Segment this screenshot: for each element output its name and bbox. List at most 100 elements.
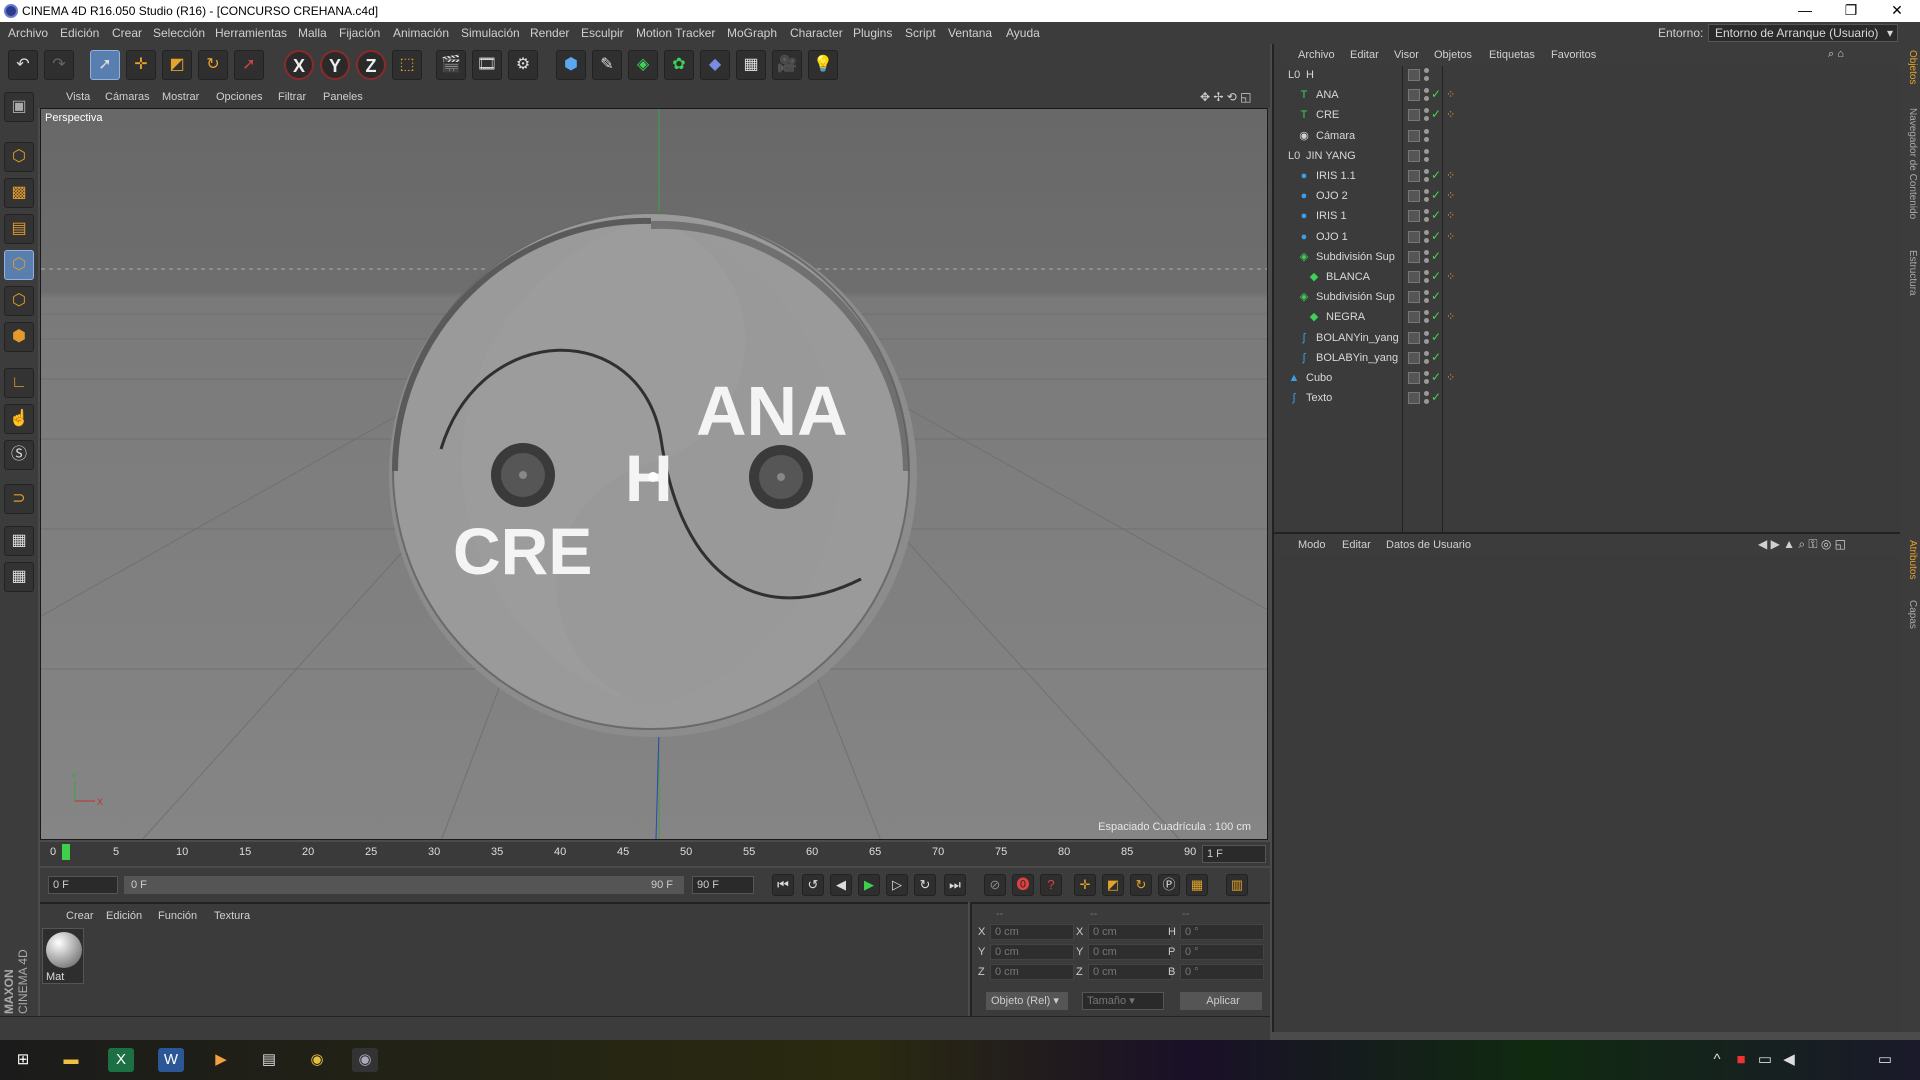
layer-toggle-icon[interactable]: [1408, 170, 1420, 182]
next-key-button[interactable]: ↻: [914, 874, 936, 896]
viewport-menu-paneles[interactable]: Paneles: [323, 91, 363, 103]
coordinate-system-button[interactable]: ⬚: [392, 50, 422, 80]
render-visibility-dot[interactable]: [1424, 399, 1429, 405]
menu-script[interactable]: Script: [905, 26, 936, 40]
menu-fijacion[interactable]: Fijación: [339, 26, 380, 40]
network-icon[interactable]: ▭: [1752, 1048, 1778, 1072]
coord-value-field[interactable]: 0 cm: [990, 924, 1074, 940]
environment-select[interactable]: Entorno de Arranque (Usuario) ▾: [1708, 24, 1898, 42]
objects-menu-visor[interactable]: Visor: [1394, 49, 1419, 61]
calculator-icon[interactable]: ▤: [256, 1048, 282, 1072]
viewport-menu-filtrar[interactable]: Filtrar: [278, 91, 306, 103]
apply-button[interactable]: Aplicar: [1180, 992, 1262, 1010]
object-row[interactable]: ◆ BLANCA ✓ ⁘: [1274, 268, 1894, 288]
viewport-menu-camaras[interactable]: Cámaras: [105, 91, 150, 103]
editor-visibility-dot[interactable]: [1424, 68, 1429, 73]
move-tool-button[interactable]: ✛: [126, 50, 156, 80]
tray-app-icon[interactable]: ■: [1728, 1048, 1754, 1072]
key-rotation-button[interactable]: ↻: [1130, 874, 1152, 896]
enabled-check-icon[interactable]: ✓: [1431, 188, 1441, 202]
timeline-playhead[interactable]: [62, 844, 70, 860]
enabled-check-icon[interactable]: ✓: [1431, 249, 1441, 263]
objects-menu-archivo[interactable]: Archivo: [1298, 49, 1335, 61]
menu-ventana[interactable]: Ventana: [948, 26, 992, 40]
coord-value-field[interactable]: 0 cm: [1088, 924, 1172, 940]
editor-visibility-dot[interactable]: [1424, 350, 1429, 356]
editor-visibility-dot[interactable]: [1424, 148, 1429, 154]
next-frame-button[interactable]: ▷: [886, 874, 908, 896]
menu-crear[interactable]: Crear: [112, 26, 142, 40]
enabled-check-icon[interactable]: ✓: [1431, 168, 1441, 182]
phong-tag-icon[interactable]: ⁘: [1446, 169, 1455, 182]
tab-objetos[interactable]: Objetos: [1902, 50, 1918, 84]
rotate-tool-button[interactable]: ↻: [198, 50, 228, 80]
object-row[interactable]: ● IRIS 1.1 ✓ ⁘: [1274, 167, 1894, 187]
render-visibility-dot[interactable]: [1424, 298, 1429, 304]
camera-icon[interactable]: 🎥: [772, 50, 802, 80]
menu-render[interactable]: Render: [530, 26, 569, 40]
layer-toggle-icon[interactable]: [1408, 271, 1420, 283]
object-row[interactable]: ∫ BOLABYin_yang ✓: [1274, 349, 1894, 369]
object-row[interactable]: ∫ BOLANYin_yang ✓: [1274, 329, 1894, 349]
objects-menu-editar[interactable]: Editar: [1350, 49, 1379, 61]
enabled-check-icon[interactable]: ✓: [1431, 350, 1441, 364]
phong-tag-icon[interactable]: ⁘: [1446, 88, 1455, 101]
layer-toggle-icon[interactable]: [1408, 129, 1420, 142]
object-row[interactable]: ∫ Texto ✓: [1274, 389, 1894, 409]
menu-character[interactable]: Character: [790, 26, 843, 40]
undo-button[interactable]: ↶: [8, 50, 38, 80]
enabled-check-icon[interactable]: ✓: [1431, 309, 1441, 323]
enabled-check-icon[interactable]: ✓: [1431, 330, 1441, 344]
menu-ayuda[interactable]: Ayuda: [1006, 26, 1040, 40]
enabled-check-icon[interactable]: ✓: [1431, 390, 1441, 404]
points-mode-icon[interactable]: ⬡: [4, 250, 34, 280]
close-button[interactable]: ✕: [1874, 0, 1920, 22]
coord-value-field[interactable]: 0 cm: [1088, 944, 1172, 960]
objects-menu-favoritos[interactable]: Favoritos: [1551, 49, 1596, 61]
editor-visibility-dot[interactable]: [1424, 88, 1429, 94]
menu-simulacion[interactable]: Simulación: [461, 26, 520, 40]
layer-toggle-icon[interactable]: [1408, 230, 1420, 243]
viewport-menu-opciones[interactable]: Opciones: [216, 91, 262, 103]
viewport-nav-icons[interactable]: ✥ ✢ ⟲ ◱: [1200, 90, 1252, 104]
phong-tag-icon[interactable]: ⁘: [1446, 270, 1455, 283]
phong-tag-icon[interactable]: ⁘: [1446, 209, 1455, 222]
material-menu-funcion[interactable]: Función: [158, 910, 197, 922]
timeline-ruler[interactable]: 0 5 10 15 20 25 30 35 40 45 50 55 60 65 70 75 80 85 90 1 F: [40, 842, 1270, 866]
menu-mograph[interactable]: MoGraph: [727, 26, 777, 40]
subdivision-surface-icon[interactable]: ◈: [628, 50, 658, 80]
render-visibility-dot[interactable]: [1424, 177, 1429, 182]
object-row[interactable]: L0 JIN YANG: [1274, 147, 1894, 167]
editor-visibility-dot[interactable]: [1424, 330, 1429, 336]
frame-range-slider[interactable]: 0 F 90 F: [124, 876, 684, 894]
snap-icon[interactable]: Ⓢ: [4, 440, 34, 470]
grid-snap-icon[interactable]: ▦: [4, 562, 34, 592]
select-tool-button[interactable]: ➚: [90, 50, 120, 80]
material-swatch[interactable]: Mat: [42, 928, 84, 984]
render-visibility-dot[interactable]: [1424, 197, 1429, 203]
enabled-check-icon[interactable]: ✓: [1431, 208, 1441, 222]
spline-pen-icon[interactable]: ✎: [592, 50, 622, 80]
file-explorer-icon[interactable]: ▬: [58, 1048, 84, 1072]
attributes-nav-icons[interactable]: ◀ ▶ ▲ ⌕ ⚿ ◎ ◱: [1758, 537, 1846, 552]
menu-archivo[interactable]: Archivo: [8, 26, 48, 40]
attributes-menu-modo[interactable]: Modo: [1298, 539, 1326, 551]
viewport-menu-mostrar[interactable]: Mostrar: [162, 91, 199, 103]
layer-toggle-icon[interactable]: [1408, 69, 1420, 81]
material-menu-textura[interactable]: Textura: [214, 910, 250, 922]
layer-toggle-icon[interactable]: [1408, 331, 1420, 344]
render-visibility-dot[interactable]: [1424, 76, 1429, 81]
phong-tag-icon[interactable]: ⁘: [1446, 230, 1455, 243]
notifications-icon[interactable]: ▭: [1872, 1048, 1898, 1072]
layer-toggle-icon[interactable]: [1408, 311, 1420, 324]
floor-icon[interactable]: ▦: [736, 50, 766, 80]
deformer-icon[interactable]: ◆: [700, 50, 730, 80]
edges-mode-icon[interactable]: ⬡: [4, 286, 34, 316]
keyframe-selection-button[interactable]: ?: [1040, 874, 1062, 896]
phong-tag-icon[interactable]: ⁘: [1446, 108, 1455, 121]
render-visibility-dot[interactable]: [1424, 136, 1429, 142]
editor-visibility-dot[interactable]: [1424, 108, 1429, 114]
play-button[interactable]: ▶: [858, 874, 880, 896]
editor-visibility-dot[interactable]: [1424, 290, 1429, 296]
current-frame-field[interactable]: 1 F: [1202, 845, 1266, 863]
